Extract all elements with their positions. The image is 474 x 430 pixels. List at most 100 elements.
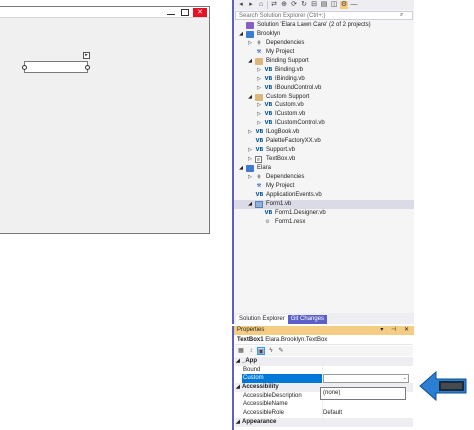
property-row[interactable]: Bound xyxy=(235,365,413,375)
myproj-icon: ⚒ xyxy=(256,48,262,55)
form1-window[interactable]: ✕ ▸ xyxy=(0,6,210,234)
tree-item[interactable]: ▷ ⋕ Dependencies xyxy=(234,173,414,182)
preview-icon[interactable]: ◫ xyxy=(330,1,338,9)
property-row-selected[interactable]: Custom ⌄ xyxy=(235,374,413,384)
tree-item[interactable]: ▷ VB IBoundControl.vb xyxy=(234,84,414,93)
tree-item[interactable]: ◢ Binding Support xyxy=(234,57,414,66)
close-icon: ✕ xyxy=(193,8,207,17)
property-row[interactable]: AccessibleRole Default xyxy=(235,409,413,418)
toolbar-separator xyxy=(267,1,268,9)
alphabetical-icon[interactable]: ↕ xyxy=(247,347,255,355)
home-icon[interactable]: ⌂ xyxy=(257,1,265,9)
proj-icon xyxy=(246,30,254,38)
property-name: AccessibleDescription xyxy=(243,392,302,399)
tree-item[interactable]: ⚙ Form1.resx xyxy=(234,218,414,227)
properties-view-icon[interactable]: ▣ xyxy=(257,347,265,355)
resize-handle-right[interactable] xyxy=(85,65,90,70)
collapsed-chevron-icon[interactable]: ▷ xyxy=(247,146,253,155)
forward-icon[interactable]: ▸ xyxy=(247,1,255,9)
property-row[interactable]: AccessibleName xyxy=(235,400,413,410)
smart-tag-icon[interactable]: ▸ xyxy=(83,52,90,59)
tree-item[interactable]: ▷ VB ICustomControl.vb xyxy=(234,119,414,128)
tree-item[interactable]: VB ApplicationEvents.vb xyxy=(234,191,414,200)
more-icon[interactable]: — xyxy=(350,1,358,9)
property-category[interactable]: ◢ _App xyxy=(235,357,413,366)
collapsed-chevron-icon[interactable]: ▷ xyxy=(247,39,253,48)
tree-item-label: ApplicationEvents.vb xyxy=(266,191,322,198)
tree-item[interactable]: ▷ ≡ TextBox.vb xyxy=(234,155,414,164)
collapsed-chevron-icon[interactable]: ▷ xyxy=(256,75,262,84)
annotation-arrow-icon xyxy=(419,370,467,402)
tree-item[interactable]: ▷ VB Support.vb xyxy=(234,146,414,155)
categorized-icon[interactable]: ▦ xyxy=(237,347,245,355)
tree-item[interactable]: Solution 'Elara Lawn Care' (2 of 2 proje… xyxy=(234,21,414,30)
collapsed-chevron-icon[interactable]: ▷ xyxy=(247,155,253,164)
collapsed-chevron-icon[interactable]: ▷ xyxy=(247,128,253,137)
property-category[interactable]: ◢ Appearance xyxy=(235,417,413,427)
tree-item[interactable]: ▷ VB ICustom.vb xyxy=(234,110,414,119)
tree-item[interactable]: ▷ VB Binding.vb xyxy=(234,66,414,75)
collapsed-chevron-icon[interactable]: ▷ xyxy=(256,84,262,93)
tree-item[interactable]: ◢ Elara xyxy=(234,164,414,173)
dropdown-option-none[interactable]: (none) xyxy=(323,390,340,396)
pending-changes-icon[interactable]: ⊕ xyxy=(280,1,288,9)
object-type: Elara.Brooklyn.TextBox xyxy=(265,337,328,343)
dep-icon: ⋕ xyxy=(256,173,262,180)
property-value[interactable]: Default xyxy=(323,409,342,418)
expanded-chevron-icon[interactable]: ◢ xyxy=(238,30,244,39)
property-name: AccessibleRole xyxy=(243,410,285,417)
folder-icon xyxy=(255,57,263,65)
vb-icon: VB xyxy=(264,111,273,118)
property-pages-icon[interactable]: ✎ xyxy=(277,347,285,355)
back-icon[interactable]: ◂ xyxy=(237,1,245,9)
search-icon: ⌕ xyxy=(400,12,404,18)
collapsed-chevron-icon[interactable]: ▷ xyxy=(247,173,253,182)
properties-title: Properties xyxy=(237,327,265,333)
expanded-chevron-icon[interactable]: ◢ xyxy=(238,164,244,173)
sync-icon[interactable]: ⟳ xyxy=(290,1,298,9)
textbox1-control[interactable]: ▸ xyxy=(22,52,90,73)
tree-item-label: Binding Support xyxy=(266,57,309,64)
minimize-icon xyxy=(167,9,175,15)
tree-item[interactable]: ⚒ My Project xyxy=(234,182,414,191)
tree-item[interactable]: ▷ VB Custom.vb xyxy=(234,101,414,110)
expanded-chevron-icon[interactable]: ◢ xyxy=(247,93,253,102)
solution-explorer-search-input[interactable]: Search Solution Explorer (Ctrl+;) xyxy=(235,11,413,20)
tab-solution-explorer[interactable]: Solution Explorer xyxy=(236,315,288,324)
collapsed-chevron-icon[interactable]: ▷ xyxy=(256,110,262,119)
tab-git-changes[interactable]: Git Changes xyxy=(287,315,328,324)
vb-icon: VB xyxy=(264,75,273,82)
collapsed-chevron-icon[interactable]: ▷ xyxy=(256,119,262,128)
expanded-chevron-icon[interactable]: ◢ xyxy=(247,200,253,209)
custom-value-dropdown[interactable]: ⌄ xyxy=(323,374,409,384)
events-icon[interactable]: ϟ xyxy=(267,347,275,355)
tree-item[interactable]: ▷ ⋕ Dependencies xyxy=(234,39,414,48)
collapsed-chevron-icon[interactable]: ▷ xyxy=(256,101,262,110)
solution-explorer-panel: ◂ ▸ ⌂ ⇄ ⊕ ⟳ ↻ ⊟ ▤ ◫ ⚙ — Search Solution … xyxy=(232,0,414,324)
property-name: Bound xyxy=(243,366,261,373)
expanded-chevron-icon[interactable]: ◢ xyxy=(247,57,253,66)
tree-item[interactable]: ⚒ My Project xyxy=(234,48,414,57)
dep-icon: ⋕ xyxy=(256,39,262,46)
tree-item[interactable]: ◢ Brooklyn xyxy=(234,30,414,39)
tree-item[interactable]: VB Form1.Designer.vb xyxy=(234,209,414,218)
properties-icon[interactable]: ⚙ xyxy=(340,1,348,9)
collapsed-chevron-icon[interactable]: ▷ xyxy=(256,66,262,75)
chevron-down-icon[interactable]: ⌄ xyxy=(403,375,407,382)
property-name: Custom xyxy=(242,374,322,384)
tree-item[interactable]: VB PaletteFactoryXX.vb xyxy=(234,137,414,146)
resize-handle-left[interactable] xyxy=(22,65,27,70)
custom-dropdown-list[interactable]: (none) xyxy=(320,387,406,400)
tree-item[interactable]: ◢ Form1.vb xyxy=(234,199,414,209)
collapse-all-icon[interactable]: ⊟ xyxy=(310,1,318,9)
show-all-files-icon[interactable]: ▤ xyxy=(320,1,328,9)
properties-object-selector[interactable]: TextBox1 Elara.Brooklyn.TextBox xyxy=(235,336,413,345)
tree-item-label: Form1.Designer.vb xyxy=(275,209,326,216)
switch-views-icon[interactable]: ⇄ xyxy=(270,1,278,9)
tree-item[interactable]: ◢ Custom Support xyxy=(234,93,414,102)
tree-item[interactable]: ▷ VB ILogBook.vb xyxy=(234,128,414,137)
properties-window-buttons[interactable]: ▾ ⊣ ✕ xyxy=(380,326,412,335)
refresh-icon[interactable]: ↻ xyxy=(300,1,308,9)
tree-item-label: PaletteFactoryXX.vb xyxy=(266,138,321,145)
tree-item[interactable]: ▷ VB IBinding.vb xyxy=(234,75,414,84)
